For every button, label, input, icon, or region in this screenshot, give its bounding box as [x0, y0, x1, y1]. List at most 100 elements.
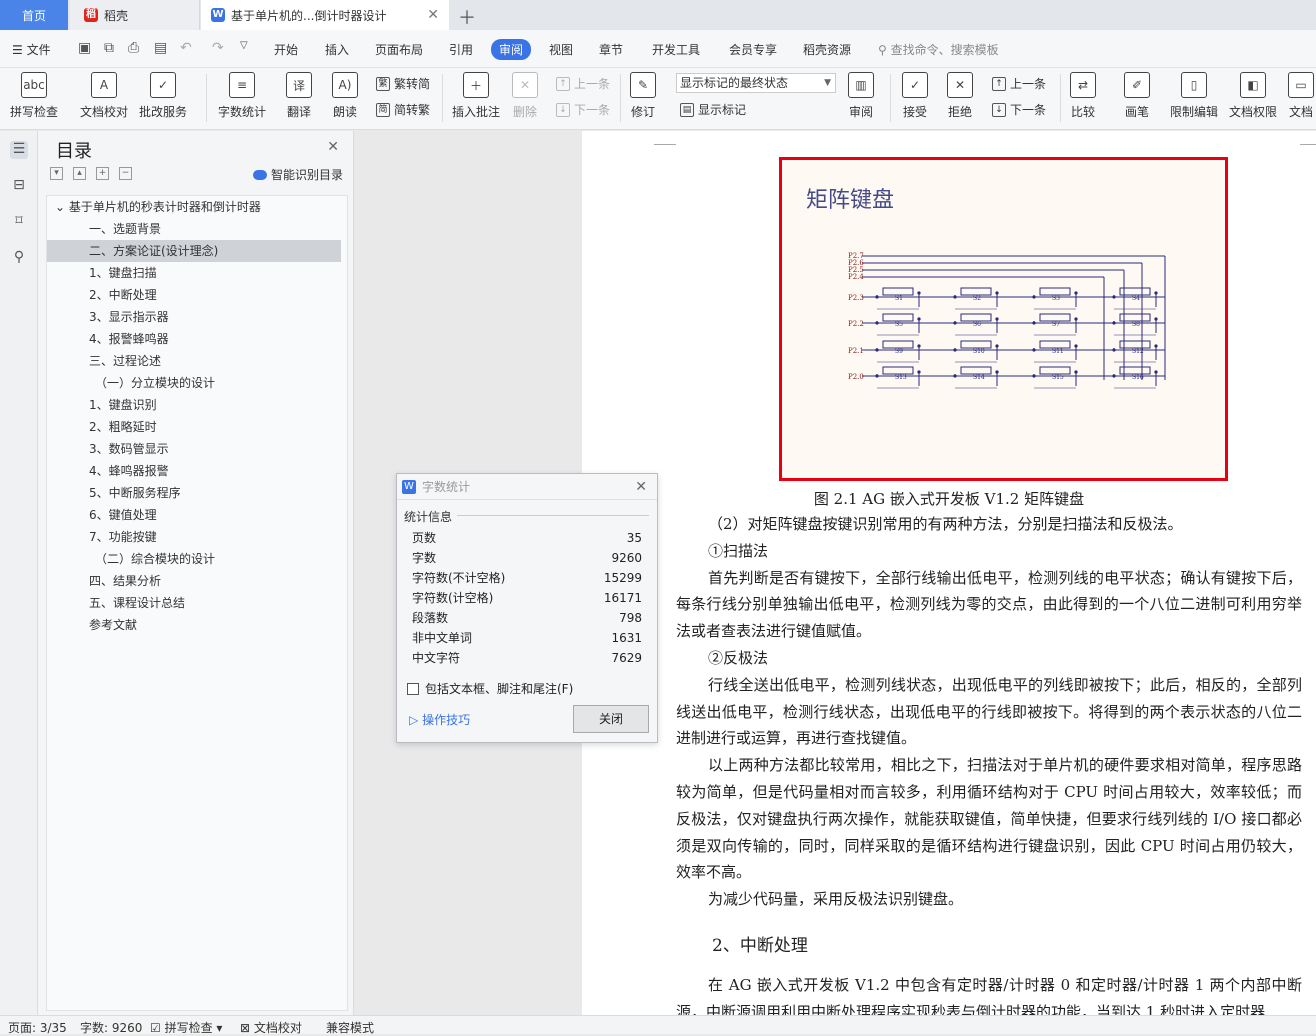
insert-comment-button[interactable]: ＋ 插入批注: [452, 72, 500, 120]
file-menu[interactable]: ☰ 文件: [12, 41, 51, 58]
redo-icon[interactable]: ↷: [212, 40, 224, 56]
toc-item[interactable]: 五、课程设计总结: [47, 592, 347, 614]
toc-item[interactable]: 1、键盘扫描: [47, 262, 347, 284]
delete-comment-button[interactable]: ✕ 删除: [512, 72, 538, 120]
review-pane-button[interactable]: ▥ 审阅: [848, 72, 874, 120]
document-page[interactable]: 矩阵键盘 P2.7 P2.6 P2.5 P2.4 P2.3 S1 S2 S3 S4 P2.2 S5 S…: [582, 131, 1316, 1021]
next-change-button[interactable]: ↓ 下一条: [992, 101, 1046, 118]
doc-proof-status[interactable]: ⊠ 文档校对: [240, 1019, 302, 1036]
include-textbox-checkbox[interactable]: 包括文本框、脚注和尾注(F): [407, 680, 573, 697]
toc-item[interactable]: 四、结果分析: [47, 570, 347, 592]
key-switch: [1039, 340, 1071, 349]
command-search[interactable]: ⚲ 查找命令、搜索模板: [878, 41, 999, 58]
keyboard-figure: 矩阵键盘 P2.7 P2.6 P2.5 P2.4 P2.3 S1 S2 S3 S4 P2.2 S5 S…: [779, 157, 1228, 481]
close-icon[interactable]: ✕: [427, 7, 439, 23]
menu-insert[interactable]: 插入: [325, 41, 349, 58]
menu-start[interactable]: 开始: [274, 41, 298, 58]
junction-dot: [1112, 295, 1116, 299]
undo-icon[interactable]: ↶: [180, 40, 192, 56]
tips-link[interactable]: ▷ 操作技巧: [409, 711, 470, 728]
page-indicator[interactable]: 页面: 3/35: [8, 1019, 67, 1036]
toc-item[interactable]: 一、选题背景: [47, 218, 347, 240]
export-icon[interactable]: ⧉: [104, 40, 114, 56]
prev-comment-button[interactable]: ↑ 上一条: [556, 75, 610, 92]
markup-state-select[interactable]: 显示标记的最终状态 ▼: [676, 73, 836, 93]
doc-proof-button[interactable]: A 文档校对: [80, 72, 128, 120]
preview-icon[interactable]: ▤: [154, 40, 167, 56]
menu-daoke-res[interactable]: 稻壳资源: [803, 41, 851, 58]
key-label: S2: [973, 295, 981, 302]
search-icon[interactable]: ⚲: [10, 249, 28, 267]
bookmark-icon[interactable]: ⌑: [10, 213, 28, 231]
tab-document[interactable]: W 基于单片机的...倒计时器设计 ✕: [201, 0, 449, 30]
compare-button[interactable]: ⇄ 比较: [1070, 72, 1096, 120]
toc-item[interactable]: 7、功能按键: [47, 526, 347, 548]
toc-item[interactable]: 1、键盘识别: [47, 394, 347, 416]
markup-state-value: 显示标记的最终状态: [680, 76, 789, 90]
save-icon[interactable]: ▣: [78, 40, 91, 56]
collapse-all-icon[interactable]: ▾: [50, 167, 63, 180]
toc-item[interactable]: 6、键值处理: [47, 504, 347, 526]
menu-review[interactable]: 审阅: [491, 39, 532, 60]
toc-item[interactable]: 4、报警蜂鸣器: [47, 328, 347, 350]
toc-item[interactable]: 3、显示指示器: [47, 306, 347, 328]
accept-button[interactable]: ✓ 接受: [902, 72, 928, 120]
print-icon[interactable]: ⎙: [128, 40, 139, 56]
doc-permission-button[interactable]: ◧ 文档权限: [1229, 72, 1277, 120]
expand-all-icon[interactable]: ▴: [73, 167, 86, 180]
track-changes-button[interactable]: ✎ 修订: [630, 72, 656, 120]
menu-chapter[interactable]: 章节: [599, 41, 623, 58]
restrict-edit-button[interactable]: ▯ 限制编辑: [1170, 72, 1218, 120]
tab-home[interactable]: 首页: [0, 0, 68, 30]
tab-daoke[interactable]: 稻稻壳: [70, 0, 200, 30]
spell-check-status-label: 拼写检查: [164, 1021, 213, 1035]
batch-service-button[interactable]: ✓ 批改服务: [139, 72, 187, 120]
read-aloud-button[interactable]: A) 朗读: [332, 72, 358, 120]
word-count-button[interactable]: ≡ 字数统计: [218, 72, 266, 120]
pen-icon: ✐: [1124, 72, 1150, 98]
toc-item[interactable]: 2、中断处理: [47, 284, 347, 306]
close-button[interactable]: 关闭: [573, 705, 649, 733]
toc-item[interactable]: 3、数码管显示: [47, 438, 347, 460]
menu-layout[interactable]: 页面布局: [375, 41, 423, 58]
chevron-down-icon[interactable]: ⌄: [55, 200, 69, 214]
toc-item[interactable]: 5、中断服务程序: [47, 482, 347, 504]
spell-check-status[interactable]: ☑ 拼写检查 ▾: [150, 1019, 222, 1036]
spell-check-icon: abc: [21, 72, 47, 98]
menu-member[interactable]: 会员专享: [729, 41, 777, 58]
show-markup-button[interactable]: ▤ 显示标记: [680, 101, 746, 118]
toc-icon[interactable]: ☰: [10, 141, 28, 159]
word-count-indicator[interactable]: 字数: 9260: [80, 1019, 142, 1036]
translate-button[interactable]: 译翻译: [286, 72, 312, 120]
smart-toc-button[interactable]: 智能识别目录: [252, 166, 343, 183]
add-heading-icon[interactable]: +: [96, 167, 109, 180]
toc-item[interactable]: （一）分立模块的设计: [47, 372, 347, 394]
doc-more-button[interactable]: ▭ 文档: [1288, 72, 1314, 120]
reject-button[interactable]: ✕ 拒绝: [947, 72, 973, 120]
menu-view[interactable]: 视图: [549, 41, 573, 58]
key-label: S11: [1052, 348, 1064, 355]
menu-devtools[interactable]: 开发工具: [652, 41, 700, 58]
pen-button[interactable]: ✐ 画笔: [1124, 72, 1150, 120]
new-tab-icon[interactable]: ＋: [458, 4, 476, 30]
toc-item[interactable]: 三、过程论述: [47, 350, 347, 372]
toc-item[interactable]: 参考文献: [47, 614, 347, 636]
trad-to-simp-button[interactable]: 繁繁转简: [376, 75, 430, 92]
toc-item[interactable]: （二）综合模块的设计: [47, 548, 347, 570]
toc-item[interactable]: 4、蜂鸣器报警: [47, 460, 347, 482]
close-icon[interactable]: ✕: [635, 479, 647, 495]
toc-item[interactable]: 二、方案论证(设计理念): [47, 240, 341, 262]
document-body: （2）对矩阵键盘按键识别常用的有两种方法，分别是扫描法和反极法。 ①扫描法 首先判断…: [676, 511, 1302, 1025]
menu-reference[interactable]: 引用: [449, 41, 473, 58]
spell-check-button[interactable]: abc 拼写检查: [10, 72, 58, 120]
toc-item[interactable]: ⌄ 基于单片机的秒表计时器和倒计时器: [47, 196, 347, 218]
toc-item[interactable]: 2、粗略延时: [47, 416, 347, 438]
remove-heading-icon[interactable]: −: [119, 167, 132, 180]
simp-to-trad-button[interactable]: 简简转繁: [376, 101, 430, 118]
chevron-down-icon[interactable]: ▽: [240, 40, 248, 51]
close-icon[interactable]: ✕: [327, 139, 339, 155]
chapter-nav-icon[interactable]: ⊟: [10, 177, 28, 195]
prev-change-button[interactable]: ↑ 上一条: [992, 75, 1046, 92]
next-comment-button[interactable]: ↓ 下一条: [556, 101, 610, 118]
key-switch: [960, 287, 992, 296]
